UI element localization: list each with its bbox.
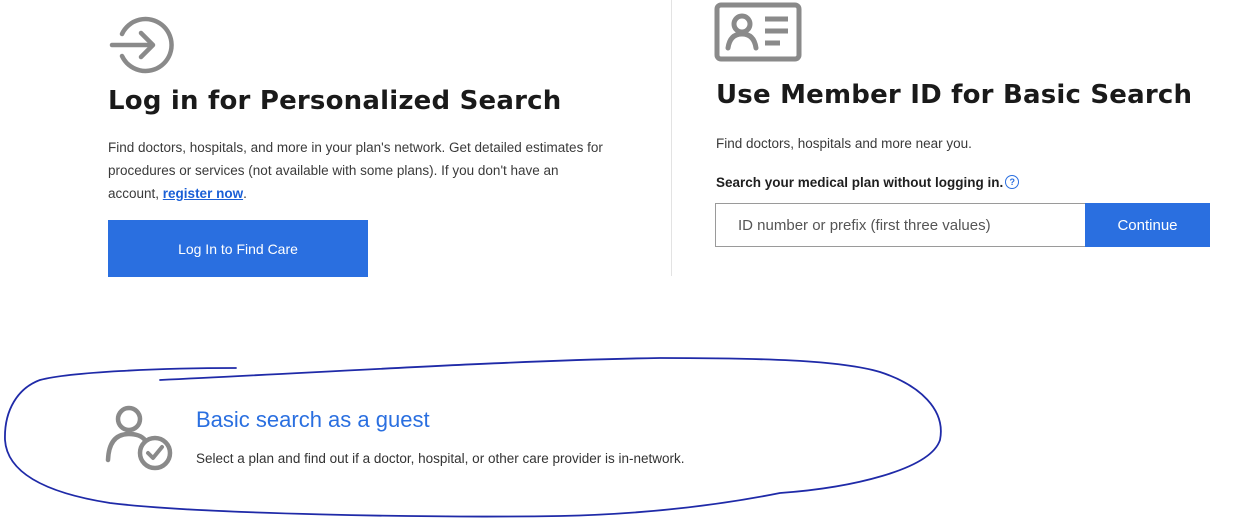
guest-search-description: Select a plan and find out if a doctor, … <box>196 451 685 466</box>
log-in-to-find-care-button[interactable]: Log In to Find Care <box>108 220 368 277</box>
member-id-description: Find doctors, hospitals and more near yo… <box>716 136 972 151</box>
login-section: Log in for Personalized Search Find doct… <box>100 0 660 290</box>
question-circle-icon[interactable]: ? <box>1005 175 1020 189</box>
search-plan-label: Search your medical plan without logging… <box>716 175 1020 190</box>
column-divider <box>671 0 672 276</box>
user-check-icon <box>105 405 173 471</box>
login-description-end: . <box>243 186 247 201</box>
login-title: Log in for Personalized Search <box>108 86 562 116</box>
member-id-input[interactable] <box>715 203 1085 247</box>
id-card-icon <box>714 2 802 62</box>
member-id-title: Use Member ID for Basic Search <box>716 80 1193 110</box>
login-arrow-icon <box>109 16 174 74</box>
continue-button[interactable]: Continue <box>1085 203 1210 247</box>
search-plan-label-text: Search your medical plan without logging… <box>716 175 1004 190</box>
register-now-link[interactable]: register now <box>163 186 243 201</box>
login-description: Find doctors, hospitals, and more in you… <box>108 136 603 205</box>
guest-search-title[interactable]: Basic search as a guest <box>196 407 430 433</box>
